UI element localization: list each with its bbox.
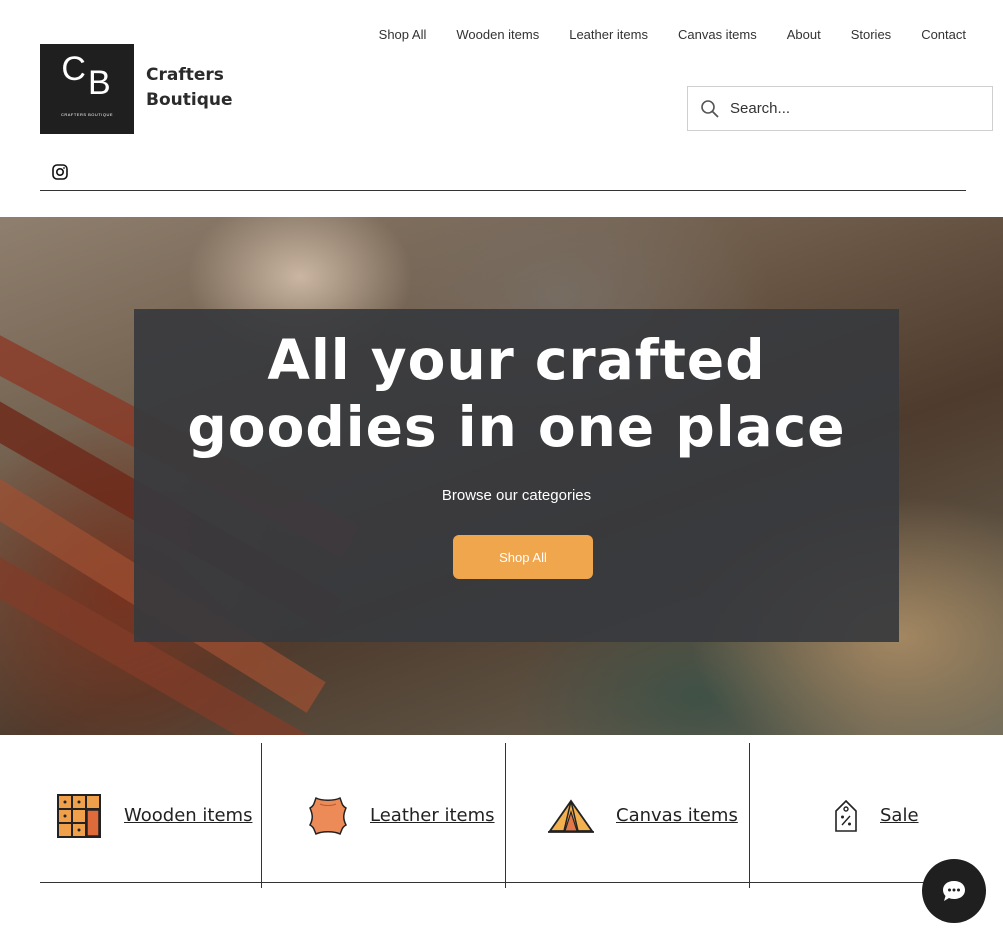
category-bottom-line <box>40 882 966 883</box>
instagram-icon[interactable] <box>52 164 68 180</box>
hero-banner: All your crafted goodies in one place Br… <box>0 217 1003 735</box>
category-label[interactable]: Wooden items <box>124 805 252 826</box>
logo-letter-b: B <box>87 64 113 102</box>
wooden-crate-icon <box>57 793 101 838</box>
chat-button[interactable] <box>922 859 986 923</box>
category-label[interactable]: Leather items <box>370 805 495 826</box>
category-divider <box>749 743 750 888</box>
category-sale[interactable]: Sale <box>834 743 919 888</box>
price-tag-icon <box>835 799 857 832</box>
shop-all-button[interactable]: Shop All <box>453 535 593 579</box>
category-divider <box>261 743 262 888</box>
search-icon <box>701 99 719 118</box>
logo-letter-c: C <box>61 50 88 88</box>
hero-subtitle: Browse our categories <box>441 487 592 504</box>
logo-caption: CRAFTERS BOUTIQUE <box>60 112 114 117</box>
chat-bubble-icon <box>943 881 965 901</box>
search-bar[interactable] <box>687 86 993 131</box>
category-strip: Wooden items Leather items Canvas items … <box>40 743 966 888</box>
header-divider <box>40 190 966 191</box>
nav-shop-all[interactable]: Shop All <box>364 26 442 44</box>
logo[interactable]: CB CRAFTERS BOUTIQUE <box>40 44 134 134</box>
category-label[interactable]: Canvas items <box>616 805 738 826</box>
nav-about[interactable]: About <box>772 26 836 44</box>
main-nav: Shop All Wooden items Leather items Canv… <box>364 26 966 44</box>
nav-canvas-items[interactable]: Canvas items <box>663 26 772 44</box>
category-wooden[interactable]: Wooden items <box>56 743 252 888</box>
nav-contact[interactable]: Contact <box>906 26 966 44</box>
leather-hide-icon <box>308 796 348 835</box>
hero-title: All your crafted goodies in one place <box>187 328 846 459</box>
category-divider <box>505 743 506 888</box>
nav-stories[interactable]: Stories <box>836 26 906 44</box>
hero-panel: All your crafted goodies in one place Br… <box>134 309 899 642</box>
tent-icon <box>548 798 594 833</box>
nav-leather-items[interactable]: Leather items <box>554 26 663 44</box>
category-canvas[interactable]: Canvas items <box>548 743 738 888</box>
nav-wooden-items[interactable]: Wooden items <box>441 26 554 44</box>
brand-name[interactable]: Crafters Boutique <box>146 63 266 113</box>
search-input[interactable] <box>730 100 970 117</box>
category-label[interactable]: Sale <box>880 805 919 826</box>
category-leather[interactable]: Leather items <box>308 743 495 888</box>
